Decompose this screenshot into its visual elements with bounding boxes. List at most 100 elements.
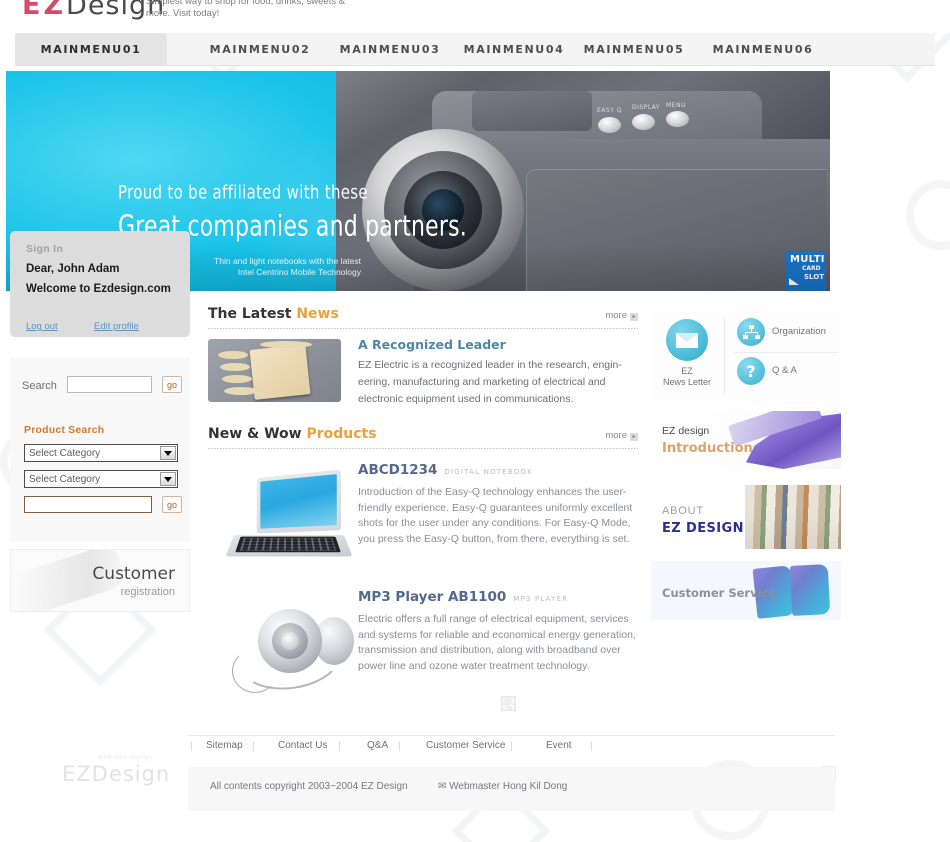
product-category: MP3 PLAYER [513, 595, 569, 603]
newsletter-button[interactable] [666, 319, 708, 361]
watermark-text: 图 [500, 695, 519, 715]
customer-registration-banner[interactable]: Customer registration [10, 549, 190, 612]
product-name[interactable]: MP3 Player AB1100 MP3 PLAYER [358, 589, 568, 605]
site-tagline: Simplest way to shop for food, drinks, s… [146, 0, 346, 19]
news-body-text: EZ Electric is a recognized leader in th… [358, 359, 622, 405]
menu-item-label: MAINMENU01 [40, 43, 142, 56]
footer-separator: | [190, 741, 193, 752]
search-label: Search [22, 380, 57, 392]
latest-news-section: The Latest News more ▸ A Recognized Leade… [208, 306, 638, 405]
product-name-text: ABCD1234 [358, 462, 438, 478]
product-keyword-input[interactable] [24, 496, 152, 513]
chevron-down-icon [160, 472, 176, 486]
product-description: Electric offers a full range of electric… [358, 613, 636, 672]
products-title-accent: Products [306, 426, 377, 442]
product-name-text: MP3 Player AB1100 [358, 589, 507, 605]
banner-1-main-label: Introduction [662, 441, 753, 456]
products-title-main: New & Wow [208, 426, 307, 442]
pencils-shape [745, 485, 841, 549]
footer-link-event[interactable]: Event [546, 740, 572, 751]
footer-link-customer-service[interactable]: Customer Service [426, 740, 505, 751]
product-name[interactable]: ABCD1234 DIGITAL NOTEBOOK [358, 462, 533, 478]
menu-item-label: MAINMENU06 [712, 43, 814, 56]
search-input[interactable] [67, 376, 152, 393]
laptop-screen [256, 469, 342, 534]
news-title-accent: News [296, 306, 339, 322]
stapler-image [727, 411, 841, 469]
footer-link-contact-us[interactable]: Contact Us [278, 740, 327, 751]
logout-link[interactable]: Log out [26, 321, 58, 332]
watermark-ring [906, 180, 950, 250]
products-divider [208, 448, 638, 449]
product-search-go-button[interactable]: go [162, 496, 182, 513]
customer-registration-title: Customer [92, 564, 175, 584]
headphone-cup-left [258, 609, 322, 673]
menu-item-5[interactable]: MAINMENU05 [569, 33, 699, 66]
pencils-image [745, 485, 841, 549]
footer-logo: web site design EZDesign [62, 754, 171, 786]
news-divider [208, 328, 638, 329]
arrow-right-icon: ▸ [630, 433, 638, 441]
sign-in-title: Sign In [26, 243, 64, 255]
category-select-2-value: Select Category [29, 474, 101, 485]
products-section-header: New & Wow Products more ▸ [208, 426, 638, 450]
category-select-1-value: Select Category [29, 448, 101, 459]
qa-button[interactable]: ? [737, 357, 765, 385]
menu-item-6[interactable]: MAINMENU06 [698, 33, 828, 66]
search-go-button[interactable]: go [162, 376, 182, 393]
banner-about[interactable]: ABOUT EZ DESIGN [651, 485, 841, 549]
footer-logo-small-text: web site design [98, 754, 153, 761]
footer-webmaster[interactable]: ✉ Webmaster Hong Kil Dong [438, 781, 567, 792]
headphone-cup-inner [272, 623, 308, 659]
edit-profile-link[interactable]: Edit profile [94, 321, 139, 332]
banner-customer-service[interactable]: Customer Service [651, 561, 841, 620]
menu-item-3[interactable]: MAINMENU03 [325, 33, 455, 66]
menu-item-2[interactable]: MAINMENU02 [195, 33, 325, 66]
footer-separator: | [338, 741, 341, 752]
footer-separator: | [252, 741, 255, 752]
footer-link-qa[interactable]: Q&A [367, 740, 388, 751]
category-select-1[interactable]: Select Category [24, 444, 178, 462]
news-headline[interactable]: A Recognized Leader [358, 337, 506, 352]
envelope-icon [676, 332, 698, 348]
menu-item-label: MAINMENU05 [583, 43, 685, 56]
news-thumbnail[interactable] [208, 339, 341, 402]
banner-introduction[interactable]: EZ design Introduction [651, 411, 841, 469]
book-2 [789, 564, 831, 616]
site-logo[interactable]: EZDesign [22, 0, 165, 21]
chip-illustration [249, 344, 311, 400]
products-more-label: more [605, 430, 627, 441]
qa-label: Q & A [772, 365, 797, 376]
banner-3-main-label: Customer Service [662, 586, 777, 600]
newsletter-label-line1: EZ [681, 366, 693, 376]
footer-link-sitemap[interactable]: Sitemap [206, 740, 243, 751]
footer-logo-design: Design [91, 762, 171, 786]
news-section-title: The Latest News [208, 306, 339, 322]
panel-horizontal-divider [734, 352, 838, 353]
page-root: 图 图 网 EZDesign Simplest way to shop for … [0, 0, 950, 842]
menu-item-1[interactable]: MAINMENU01 [15, 33, 167, 66]
category-select-2[interactable]: Select Category [24, 470, 178, 488]
hero-headline-line1: Proud to be affiliated with these [118, 181, 368, 204]
menu-item-label: MAINMENU04 [463, 43, 565, 56]
organization-button[interactable] [737, 318, 765, 346]
sign-in-panel: Sign In Dear, John Adam Welcome to Ezdes… [10, 231, 190, 337]
search-panel: Search go Product Search Select Category… [10, 358, 190, 542]
mp3-player-image[interactable] [224, 597, 354, 696]
footer-separator: | [398, 741, 401, 752]
laptop-keyboard [235, 536, 341, 553]
menu-item-label: MAINMENU03 [339, 43, 441, 56]
product-category: DIGITAL NOTEBOOK [444, 468, 533, 476]
panel-vertical-divider [724, 318, 725, 394]
notebook-image[interactable] [224, 469, 354, 565]
product-search-title: Product Search [24, 424, 105, 436]
chip-pin [222, 375, 252, 383]
news-more-link[interactable]: more ▸ [605, 310, 638, 321]
products-more-link[interactable]: more ▸ [605, 430, 638, 441]
footer-separator: | [510, 741, 513, 752]
chip-pin [218, 351, 248, 359]
newsletter-label-line2: News Letter [662, 377, 712, 387]
footer-separator: | [590, 741, 593, 752]
organization-label: Organization [772, 326, 826, 337]
menu-item-4[interactable]: MAINMENU04 [449, 33, 579, 66]
